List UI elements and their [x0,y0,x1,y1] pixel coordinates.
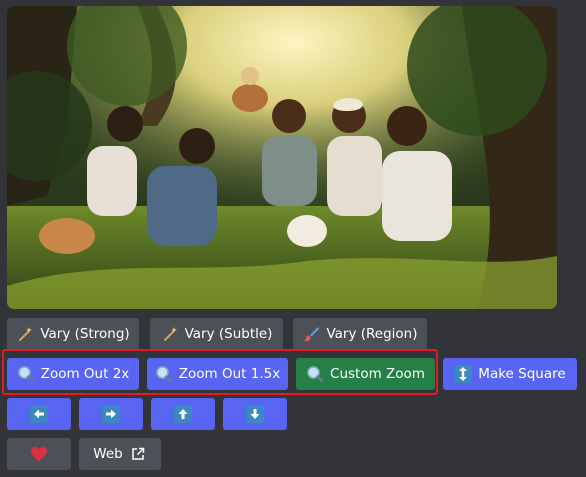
arrow-down-icon [246,405,264,423]
vary-region-label: Vary (Region) [326,326,418,342]
pan-up-button[interactable] [151,398,215,430]
zoom-out-1-5x-label: Zoom Out 1.5x [178,366,281,382]
zoom-out-2x-label: Zoom Out 2x [40,366,130,382]
magnifier-icon [306,365,324,383]
pan-left-button[interactable] [7,398,71,430]
arrow-left-icon [30,405,48,423]
magnifier-icon [17,365,35,383]
up-down-arrow-icon [454,365,473,383]
custom-zoom-label: Custom Zoom [330,366,425,382]
vary-subtle-button[interactable]: Vary (Subtle) [150,318,283,350]
make-square-button[interactable]: Make Square [443,358,577,390]
arrow-right-icon [102,405,120,423]
vary-strong-button[interactable]: Vary (Strong) [7,318,139,350]
custom-zoom-button[interactable]: Custom Zoom [296,358,435,390]
arrow-up-icon [174,405,192,423]
make-square-label: Make Square [478,366,566,382]
generated-image[interactable] [7,6,557,309]
zoom-out-1-5x-button[interactable]: Zoom Out 1.5x [147,358,288,390]
external-link-icon [129,445,147,463]
web-button[interactable]: Web [79,438,161,470]
pan-down-button[interactable] [223,398,287,430]
magic-wand-icon [161,325,179,343]
vary-strong-label: Vary (Strong) [40,326,130,342]
forest-children-illustration [7,6,557,309]
favorite-button[interactable] [7,438,71,470]
vary-region-button[interactable]: Vary (Region) [293,318,427,350]
heart-icon [30,445,48,463]
paintbrush-icon [302,325,320,343]
vary-subtle-label: Vary (Subtle) [184,326,273,342]
pan-right-button[interactable] [79,398,143,430]
magic-wand-icon [16,325,34,343]
zoom-out-2x-button[interactable]: Zoom Out 2x [7,358,139,390]
web-label: Web [93,446,123,462]
magnifier-icon [155,365,173,383]
